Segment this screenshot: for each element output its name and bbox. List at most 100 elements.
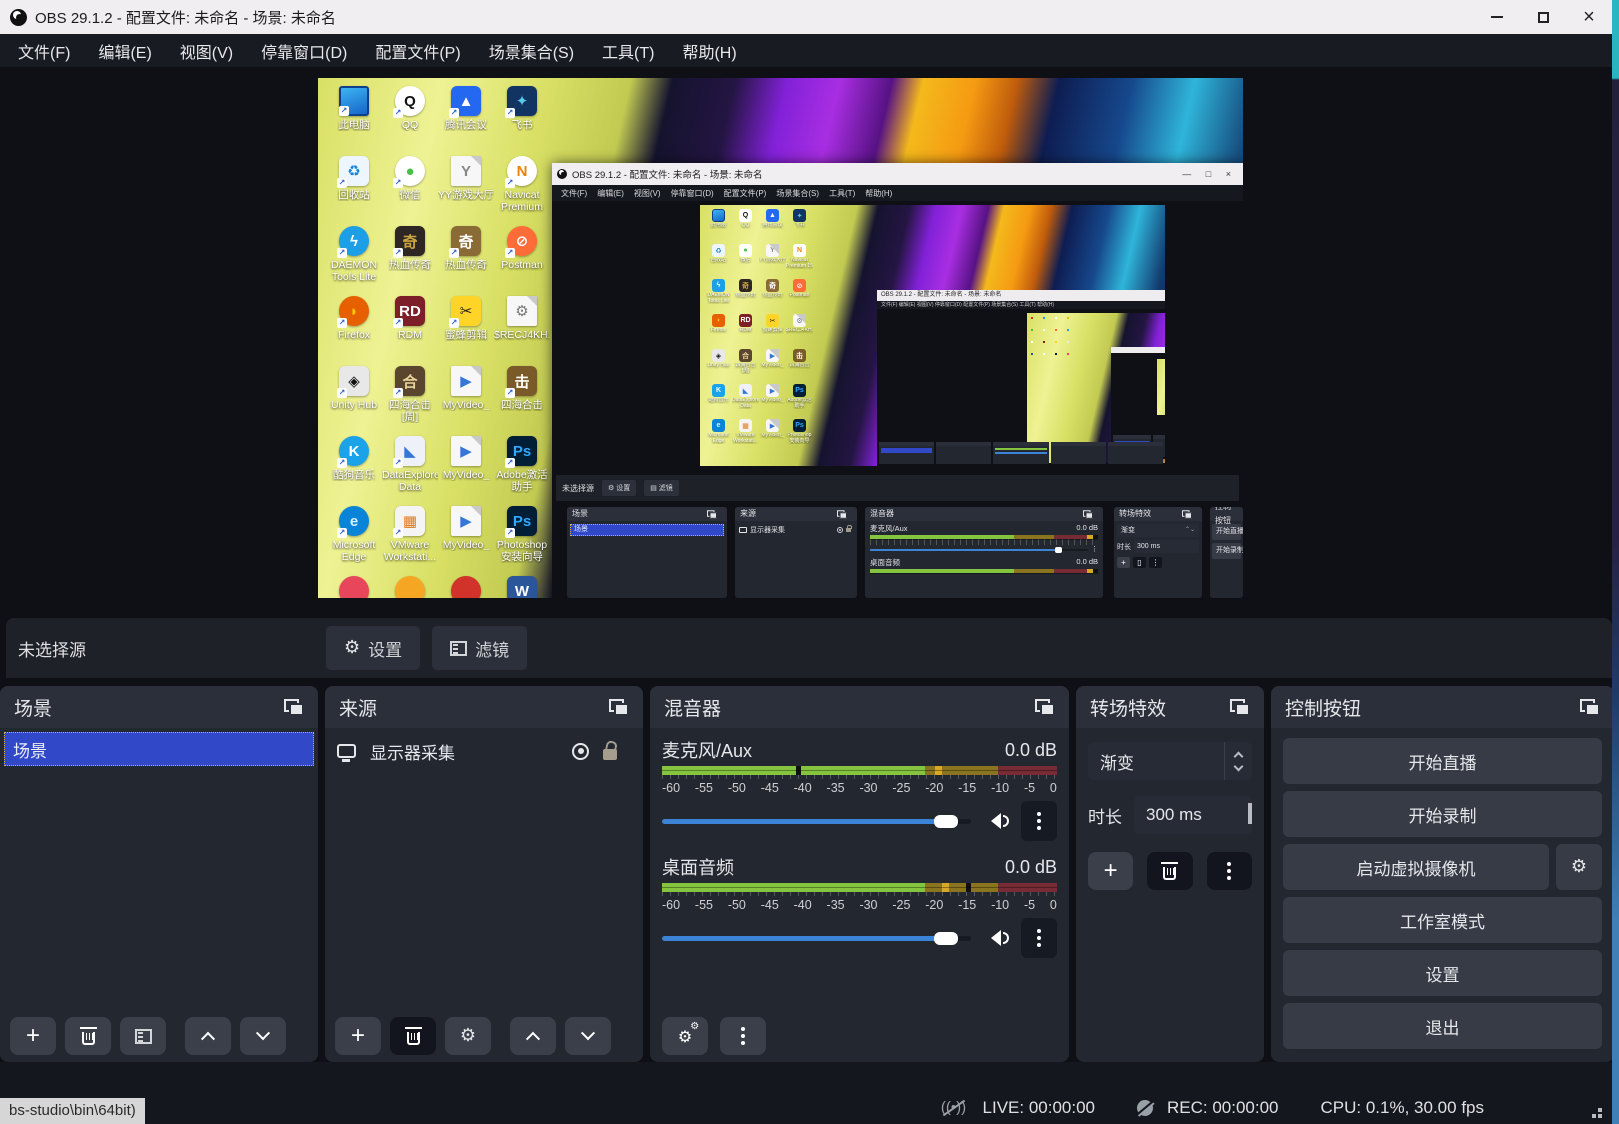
menu-item[interactable]: 视图(V): [166, 39, 247, 63]
menu-item[interactable]: 文件(F): [4, 39, 84, 63]
popup-window-icon[interactable]: [1580, 698, 1600, 716]
desktop-icon: ◗ ↗ Firefox: [326, 296, 382, 341]
transition-menu-button[interactable]: [1206, 852, 1252, 890]
visibility-eye-icon[interactable]: [572, 742, 589, 760]
desktop-icon: ◣DataExplore Data Reco...: [732, 384, 759, 409]
transitions-body: 渐变 时长 300 ms +: [1076, 728, 1264, 1062]
desktop-icon: ✂ ↗ 蜜蜂剪辑: [438, 296, 494, 341]
menu-item[interactable]: 配置文件(P): [361, 39, 474, 63]
channel-menu-button[interactable]: [1021, 801, 1057, 841]
source-up-button[interactable]: [510, 1017, 556, 1055]
scene-list-item[interactable]: 场景: [4, 732, 314, 766]
duration-spinbox[interactable]: 300 ms: [1134, 796, 1252, 834]
controls-dock-header: 控制按钮: [1271, 686, 1614, 728]
desktop-icon: ▶ MyVideo_: [438, 436, 494, 481]
popup-window-icon[interactable]: [284, 698, 304, 716]
mixer-menu-button[interactable]: [720, 1017, 766, 1055]
maximize-button[interactable]: [1520, 0, 1566, 34]
control-button-3[interactable]: 工作室模式: [1283, 897, 1602, 943]
add-transition-button[interactable]: +: [1088, 852, 1134, 890]
captured-obs-title-level2: OBS 29.1.2 - 配置文件: 未命名 - 场景: 未命名: [877, 290, 1165, 301]
menu-item[interactable]: 编辑(E): [84, 39, 165, 63]
menu-item[interactable]: 帮助(H): [668, 39, 750, 63]
minimize-button[interactable]: [1474, 0, 1520, 34]
remove-transition-button[interactable]: [1147, 852, 1193, 890]
wallpaper-level4: [1157, 359, 1165, 415]
desktop-icon: ● ↗ 微信: [382, 156, 438, 201]
transition-select-spinner[interactable]: [1224, 742, 1252, 780]
remove-scene-button[interactable]: [65, 1017, 111, 1055]
channel-db-value: 0.0 dB: [1004, 739, 1057, 760]
volume-slider[interactable]: [662, 814, 971, 828]
menu-item[interactable]: 场景集合(S): [475, 39, 588, 63]
channel-menu-button[interactable]: [1021, 918, 1057, 958]
add-source-button[interactable]: +: [335, 1017, 381, 1055]
transitions-title: 转场特效: [1090, 698, 1167, 720]
desktop-icon: ϟ DAEMON Tools Lite: [705, 279, 732, 304]
control-button-5[interactable]: 退出: [1283, 1003, 1602, 1049]
slider-handle[interactable]: [934, 814, 959, 828]
mixer-title: 混音器: [664, 698, 722, 720]
popup-window-icon[interactable]: [1230, 698, 1250, 716]
desktop-icon: ▲ 腾讯会议: [759, 209, 786, 229]
menu-item[interactable]: 停靠窗口(D): [247, 39, 361, 63]
menu-item[interactable]: 工具(T): [588, 39, 668, 63]
transition-select[interactable]: 渐变: [1088, 742, 1252, 780]
scene-up-button[interactable]: [185, 1017, 231, 1055]
source-filters-button[interactable]: 滤镜: [432, 626, 528, 670]
duration-label: 时长: [1088, 807, 1122, 827]
mixer-channel-mic: 麦克风/Aux 0.0 dB -60 -55 -50 -45 -40 -35 -30 -25-…: [662, 734, 1057, 841]
desktop-icon: e ↗ Microsoft Edge: [326, 506, 382, 563]
add-scene-button[interactable]: +: [10, 1017, 56, 1055]
slider-handle[interactable]: [934, 931, 959, 945]
menu-item: 配置文件(P): [723, 188, 767, 198]
speaker-icon[interactable]: [983, 813, 1009, 829]
mixer-toolbar: ⚙: [650, 1010, 778, 1062]
popup-window-icon[interactable]: [1035, 698, 1055, 716]
control-button-4[interactable]: 设置: [1283, 950, 1602, 996]
preview-canvas[interactable]: ↗ 此电脑 Q ↗ QQ ▲ ↗ 腾讯会议 ✦ ↗ 飞书 ♻ ↗ 回收站 ● ↗ 微信 Y YY游戏大厅 N ↗ Navi…: [318, 78, 1243, 598]
advanced-audio-button[interactable]: ⚙: [662, 1017, 708, 1055]
control-button-2[interactable]: 启动虚拟摄像机: [1283, 844, 1549, 890]
desktop-icon: ✦ ↗ 飞书: [494, 86, 550, 131]
virtual-camera-settings-button[interactable]: ⚙: [1556, 844, 1602, 890]
desktop-icon: RD RDM: [732, 314, 759, 334]
source-list-item[interactable]: 显示器采集: [325, 728, 643, 774]
source-properties-button[interactable]: ⚙ 设置: [326, 626, 421, 670]
source-down-button[interactable]: [565, 1017, 611, 1055]
desktop-icon: ▶ MyVideo_: [438, 506, 494, 551]
desktop-icon: 合 ↗ 四海合击[周]: [382, 366, 438, 423]
desktop-icon: Y YY游戏大厅: [759, 244, 786, 264]
plus-icon: +: [1103, 857, 1118, 884]
desktop-icon: 击四海合击: [786, 349, 813, 369]
close-button[interactable]: ×: [1566, 0, 1612, 34]
control-button-1[interactable]: 开始录制: [1283, 791, 1602, 837]
desktop-icon: ♻ ↗ 回收站: [326, 156, 382, 201]
scene-filters-button[interactable]: [120, 1017, 166, 1055]
gear-icon: ⚙: [344, 637, 361, 658]
control-button-0[interactable]: 开始直播: [1283, 738, 1602, 784]
scene-down-button[interactable]: [240, 1017, 286, 1055]
desktop-icon: ◣↗DataExplore Data Reco...: [382, 436, 438, 494]
remove-source-button[interactable]: [390, 1017, 436, 1055]
volume-slider[interactable]: [662, 931, 971, 945]
resize-grip[interactable]: [1590, 1106, 1602, 1118]
desktop-icon: e Microsoft Edge: [705, 419, 732, 444]
desktop-icon: ♻ 回收站: [705, 244, 732, 264]
speaker-icon[interactable]: [983, 930, 1009, 946]
desktop-icon: ⊘ Postman: [786, 279, 813, 299]
unlock-icon[interactable]: [603, 748, 617, 760]
chevron-down-icon: [580, 1026, 596, 1041]
captured-desktop-icons-level2: 此电脑 Q QQ ▲ 腾讯会议 ✦ 飞书 ♻ 回收站 ● 微信 Y YY游戏大厅 N Navicat Pre…: [705, 209, 817, 464]
desktop-icon: ▦ VMware Workstati...: [732, 419, 759, 444]
chevron-up-icon: [200, 1031, 216, 1046]
desktop-icon: 合四海合击[周]: [732, 349, 759, 374]
transitions-dock-header: 转场特效: [1076, 686, 1264, 728]
kebab-icon: [1037, 812, 1041, 816]
popup-window-icon[interactable]: [609, 698, 629, 716]
minimize-icon: [1491, 16, 1503, 18]
source-properties-toolbar-button[interactable]: ⚙: [445, 1017, 491, 1055]
menu-item: 停靠窗口(D): [670, 188, 714, 198]
scenes-list: 场景: [0, 728, 318, 1010]
duration-spinner[interactable]: [1248, 803, 1252, 825]
